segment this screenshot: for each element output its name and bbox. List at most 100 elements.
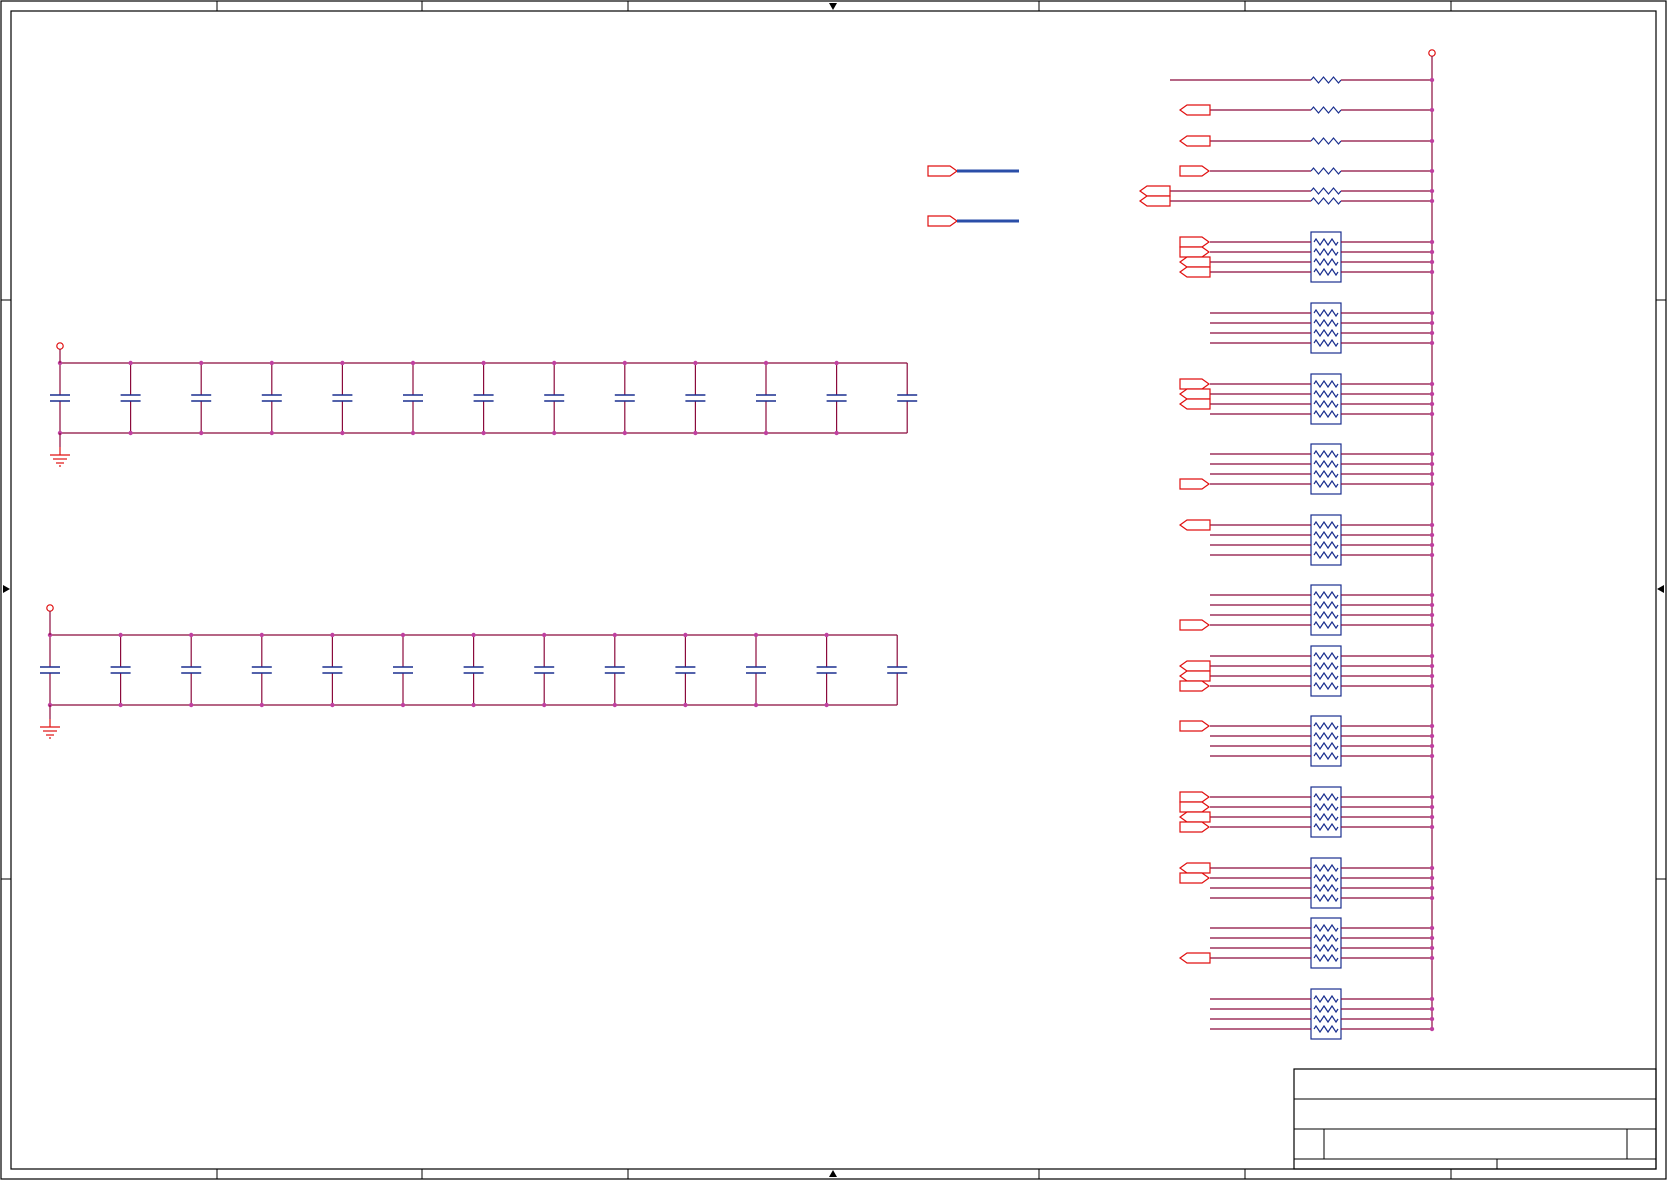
- port-flag-icon: [1179, 720, 1211, 732]
- port-flag-icon: [1179, 246, 1211, 258]
- junction-dot: [1429, 895, 1435, 901]
- port-flag-icon: [1178, 952, 1211, 964]
- capacitor-icon: [261, 363, 282, 433]
- port-flag-icon: [1138, 185, 1171, 197]
- resistor-array-icon: [1179, 584, 1435, 636]
- junction-dot: [1429, 743, 1435, 749]
- port-flag-icon: [1179, 791, 1211, 803]
- resistor-icon: [1310, 197, 1342, 205]
- capacitor-icon: [332, 363, 353, 433]
- junction-dot: [340, 360, 345, 366]
- resistor-array-icon: [1178, 373, 1435, 425]
- decoupling-banks: [40, 342, 918, 739]
- junction-dot: [1429, 138, 1435, 144]
- power-circle-icon: [56, 342, 64, 350]
- port-flag-icon: [1179, 165, 1211, 177]
- port-flag-icon: [1179, 801, 1211, 813]
- junction-dot: [400, 702, 406, 708]
- junction-dot: [1429, 481, 1435, 487]
- junction-dot: [1429, 1026, 1435, 1032]
- power-circle-icon: [46, 604, 54, 612]
- junction-dot: [1429, 794, 1435, 800]
- junction-dot: [612, 702, 617, 708]
- junction-dot: [1429, 622, 1435, 628]
- sheet-frame: [0, 0, 1667, 1180]
- junction-dot: [259, 632, 264, 638]
- inner-border: [10, 10, 1657, 1170]
- junction-dot: [1429, 239, 1435, 245]
- junction-dot: [269, 360, 274, 366]
- capacitor-icon: [685, 363, 706, 433]
- junction-dot: [1429, 733, 1435, 739]
- junction-dot: [1429, 77, 1435, 83]
- junction-dot: [400, 632, 406, 638]
- port-flag-icon: [1178, 670, 1211, 682]
- junction-dot: [834, 430, 839, 436]
- schematic-canvas: [0, 0, 1667, 1180]
- pullup-resistor: [1138, 185, 1435, 197]
- junction-dot: [1429, 552, 1435, 558]
- capacitor-bank-upper-bank: [50, 342, 918, 467]
- port-flag-icon: [1179, 378, 1211, 390]
- junction-dot: [753, 702, 759, 708]
- port-flag-icon: [1178, 398, 1211, 410]
- junction-dot: [693, 430, 698, 436]
- junction-dot: [1429, 955, 1435, 961]
- capacitor-icon: [50, 363, 70, 433]
- pullup-resistor: [1178, 135, 1435, 147]
- junction-dot: [1429, 461, 1435, 467]
- junction-dot: [481, 360, 486, 366]
- junction-dot: [269, 430, 274, 436]
- capacitor-icon: [110, 635, 131, 705]
- junction-dot: [753, 632, 759, 638]
- capacitor-icon: [120, 363, 141, 433]
- capacitor-icon: [473, 363, 494, 433]
- pullup-resistor: [1170, 76, 1435, 84]
- junction-dot: [683, 702, 688, 708]
- junction-dot: [1429, 198, 1435, 204]
- junction-dot: [1429, 168, 1435, 174]
- port-flag-icon: [1179, 821, 1211, 833]
- junction-dot: [1429, 804, 1435, 810]
- junction-dot: [622, 430, 627, 436]
- junction-dot: [481, 430, 486, 436]
- ground-icon: [50, 447, 70, 467]
- junction-dot: [118, 632, 123, 638]
- port-flag-icon: [1178, 135, 1211, 147]
- arrow-marker-icon: [829, 3, 837, 10]
- junction-dot: [763, 360, 769, 366]
- port-flag-icon: [1179, 478, 1211, 490]
- junction-dot: [1429, 996, 1435, 1002]
- capacitor-icon: [463, 635, 484, 705]
- junction-dot: [834, 360, 839, 366]
- junction-dot: [1429, 865, 1435, 871]
- port-flag-icon: [1178, 862, 1211, 874]
- junction-dot: [552, 430, 557, 436]
- junction-dot: [330, 632, 335, 638]
- title-block: [1293, 1068, 1657, 1170]
- capacitor-icon: [393, 635, 413, 705]
- junction-dot: [552, 360, 557, 366]
- bus-lines: [927, 165, 1019, 227]
- junction-dot: [542, 702, 547, 708]
- junction-dot: [118, 702, 123, 708]
- junction-dot: [1429, 532, 1435, 538]
- junction-dot: [824, 632, 829, 638]
- resistor-array-icon: [1178, 857, 1435, 909]
- capacitor-icon: [40, 635, 60, 705]
- junction-dot: [330, 702, 335, 708]
- capacitor-icon: [756, 363, 776, 433]
- capacitor-icon: [322, 635, 343, 705]
- junction-dot: [259, 702, 264, 708]
- arrow-marker-icon: [1657, 585, 1664, 593]
- capacitor-icon: [614, 363, 635, 433]
- resistor-array-icon: [1210, 302, 1435, 354]
- pullup-resistor: [1138, 195, 1435, 207]
- junction-dot: [1429, 188, 1435, 194]
- junction-dot: [1429, 310, 1435, 316]
- resistor-array-icon: [1178, 514, 1435, 566]
- junction-dot: [1429, 411, 1435, 417]
- junction-dot: [612, 632, 617, 638]
- junction-dot: [763, 430, 769, 436]
- port-flag-icon: [927, 215, 959, 227]
